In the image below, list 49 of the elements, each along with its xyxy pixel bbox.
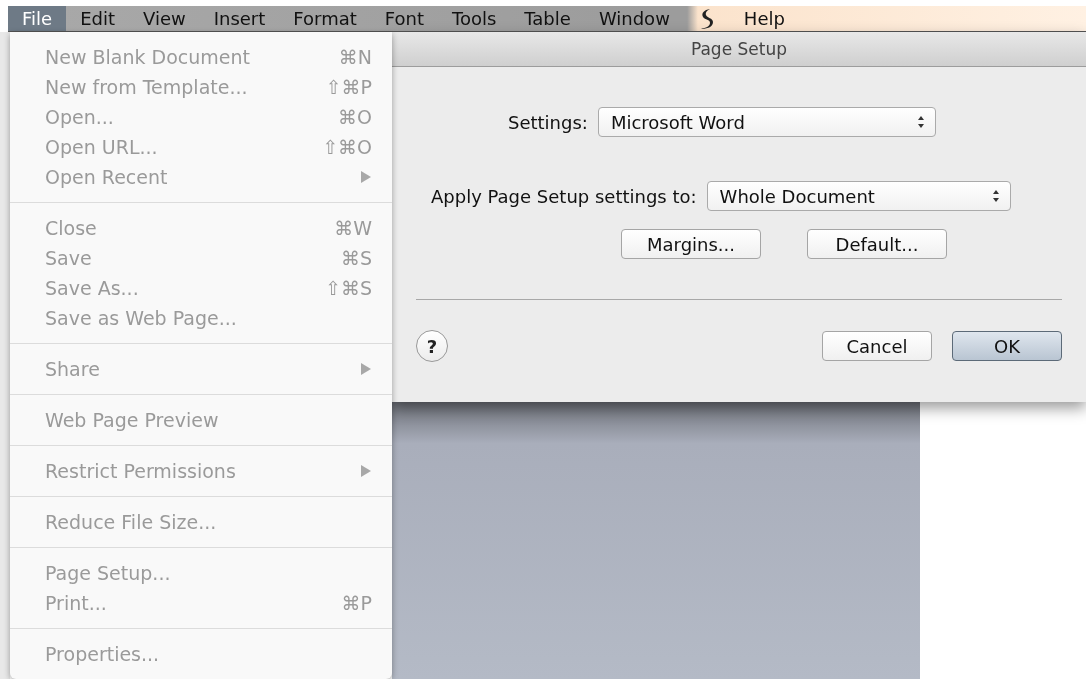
menu-item-label: Web Page Preview (45, 409, 220, 431)
menu-item-label: Share (45, 358, 101, 380)
menu-title[interactable]: Insert (199, 6, 280, 31)
shortcut-text: ⇧⌘S (325, 277, 372, 299)
shortcut-text: ⇧⌘O (322, 136, 372, 158)
submenu-arrow-icon (360, 362, 372, 376)
menu-title[interactable]: View (129, 6, 200, 31)
menu-item-label: Open... (45, 106, 115, 128)
menu-title[interactable]: Help (729, 6, 799, 31)
menu-title[interactable]: Font (370, 6, 438, 31)
updown-arrows-icon (916, 115, 925, 129)
menu-title[interactable]: Edit (66, 6, 129, 31)
settings-select[interactable]: Microsoft Word (597, 107, 936, 137)
menu-item-label: Close (45, 217, 98, 239)
shortcut-text: ⌘N (338, 46, 372, 68)
shortcut-text: ⌘P (341, 592, 372, 614)
menu-item-label: Save as Web Page... (45, 307, 238, 329)
menu-item-label: Open URL... (45, 136, 159, 158)
menu-item-label: Open Recent (45, 166, 169, 188)
menu-title[interactable]: Tools (438, 6, 511, 31)
menu-item-label: Reduce File Size... (45, 511, 218, 533)
menu-title[interactable]: Table (510, 6, 585, 31)
submenu-arrow-icon (360, 170, 372, 184)
menu-item-label: Restrict Permissions (45, 460, 237, 482)
menu-item-label: Save (45, 247, 93, 269)
shortcut-text: ⌘O (338, 106, 372, 128)
help-button[interactable]: ? (416, 330, 448, 362)
settings-label: Settings: (508, 111, 588, 133)
menu-item-label: New from Template... (45, 76, 249, 98)
menu-item-label: Properties... (45, 643, 161, 665)
dialog-button[interactable]: OK (952, 331, 1062, 361)
shortcut-text: ⌘S (340, 247, 372, 269)
apply-to-select[interactable]: Whole Document (706, 181, 1011, 211)
menu-item-label: Save As... (45, 277, 140, 299)
dialog-button[interactable]: Default... (807, 229, 947, 259)
menu-item-label: Page Setup... (45, 562, 172, 584)
dialog-button[interactable]: Margins... (621, 229, 761, 259)
menu-title[interactable]: Format (279, 6, 371, 31)
apply-to-label: Apply Page Setup settings to: (431, 185, 697, 207)
submenu-arrow-icon (360, 464, 372, 478)
menu-title[interactable]: Window (584, 6, 684, 31)
shortcut-text: ⇧⌘P (325, 76, 372, 98)
dialog-button[interactable]: Cancel (822, 331, 932, 361)
menu-item-label: New Blank Document (45, 46, 251, 68)
menu-title[interactable]: File (8, 6, 67, 31)
dialog-title: Page Setup (392, 32, 1086, 67)
shortcut-text: ⌘W (334, 217, 372, 239)
updown-arrows-icon (991, 189, 1000, 203)
menu-item-label: Print... (45, 592, 108, 614)
